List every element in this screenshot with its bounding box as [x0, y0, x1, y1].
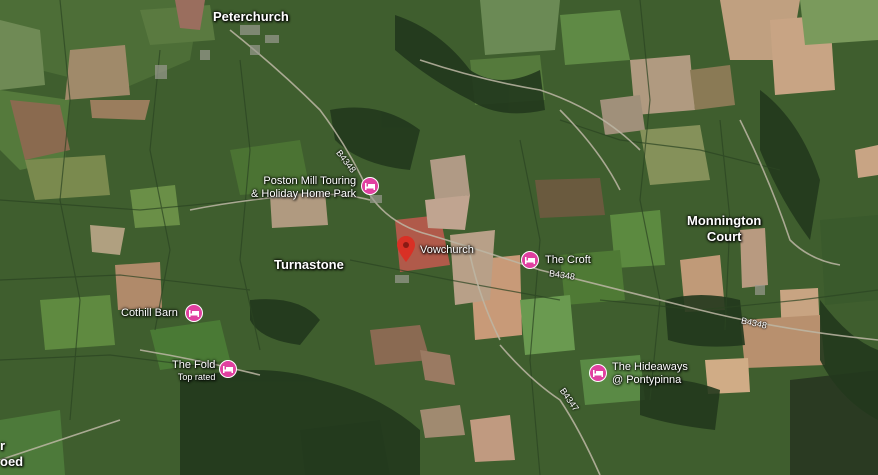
- place-label-vowchurch[interactable]: Vowchurch: [420, 244, 474, 257]
- poi-label-the-hideaways[interactable]: The Hideaways @ Pontypinna: [612, 361, 688, 387]
- poi-label-line: Poston Mill Touring: [263, 175, 357, 187]
- place-label-line: Monnington: [687, 213, 762, 228]
- poi-label-the-croft[interactable]: The Croft: [545, 254, 591, 267]
- bed-icon[interactable]: [361, 177, 379, 195]
- poi-label-the-fold[interactable]: The Fold Top rated: [172, 359, 215, 383]
- poi-badge-top-rated: Top rated: [177, 372, 216, 382]
- bed-icon[interactable]: [219, 360, 237, 378]
- bed-icon[interactable]: [589, 364, 607, 382]
- place-label-turnastone[interactable]: Turnastone: [274, 257, 344, 272]
- place-label-line: Court: [706, 229, 742, 244]
- poi-label-poston-mill[interactable]: Poston Mill Touring & Holiday Home Park: [251, 175, 356, 201]
- poi-label-line: The Hideaways: [612, 361, 688, 373]
- edge-label-clipped: oed: [0, 454, 24, 469]
- poi-label-line: @ Pontypinna: [612, 374, 682, 386]
- location-pin-icon[interactable]: [397, 236, 415, 262]
- bed-icon[interactable]: [521, 251, 539, 269]
- poi-label-cothill-barn[interactable]: Cothill Barn: [121, 307, 178, 320]
- bed-icon[interactable]: [185, 304, 203, 322]
- place-label-peterchurch[interactable]: Peterchurch: [213, 9, 289, 24]
- place-label-monnington-court[interactable]: Monnington Court: [687, 213, 761, 245]
- edge-label-clipped: r: [0, 438, 6, 453]
- poi-label-line: The Fold: [172, 359, 216, 371]
- poi-label-line: & Holiday Home Park: [251, 188, 357, 200]
